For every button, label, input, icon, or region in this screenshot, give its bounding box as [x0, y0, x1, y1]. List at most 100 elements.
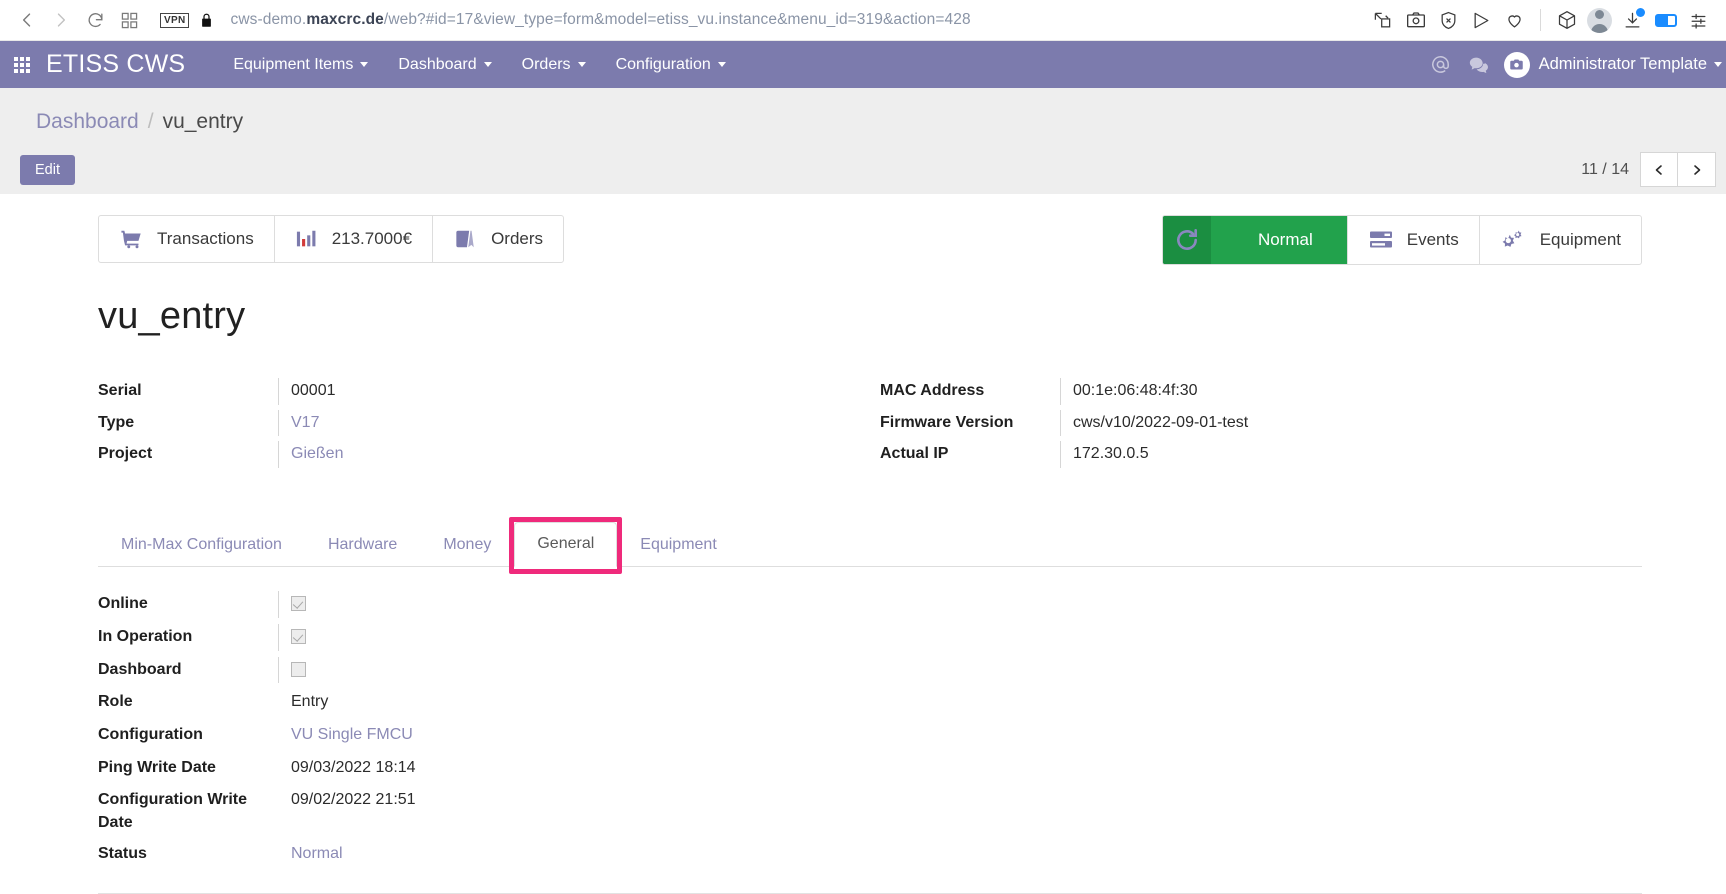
stat-button-amount[interactable]: 213.7000€: [275, 216, 434, 262]
tab-panel-general: Online In Operation Dashboard Role Entry…: [98, 591, 1642, 867]
stat-button-events[interactable]: Events: [1348, 216, 1480, 264]
stat-button-equipment[interactable]: Equipment: [1480, 216, 1641, 264]
field-label: Status: [98, 844, 147, 862]
apps-grid-icon[interactable]: [14, 56, 30, 73]
field-value: cws/v10/2022-09-01-test: [1060, 409, 1642, 437]
stat-button-bar: Transactions 213.7000€ Orders Normal Eve…: [98, 215, 1642, 265]
settings-sliders-icon[interactable]: [1683, 5, 1714, 36]
field-value[interactable]: Gießen: [278, 441, 870, 469]
nav-menu-label: Configuration: [615, 55, 711, 73]
form-sheet: Transactions 213.7000€ Orders Normal Eve…: [98, 194, 1642, 868]
chevron-down-icon: [1714, 62, 1722, 67]
stat-button-group-right: Normal Events Equipment: [1161, 215, 1642, 265]
navbar-right-area: Administrator Template: [1422, 46, 1726, 84]
reload-icon[interactable]: [78, 3, 112, 37]
nav-menu-configuration[interactable]: Configuration: [616, 56, 726, 74]
brand-title[interactable]: ETISS CWS: [46, 50, 185, 79]
server-list-icon: [1368, 230, 1394, 250]
tab-equipment[interactable]: Equipment: [617, 523, 740, 567]
browser-extension-area: [1367, 5, 1716, 36]
stat-button-group-left: Transactions 213.7000€ Orders: [98, 215, 565, 263]
field-label: Type: [98, 413, 135, 431]
send-icon[interactable]: [1466, 5, 1497, 36]
nav-menu-dashboard[interactable]: Dashboard: [398, 55, 492, 74]
tab-money[interactable]: Money: [420, 523, 514, 567]
online-checkbox[interactable]: [291, 596, 306, 612]
stat-button-label: Equipment: [1539, 230, 1621, 249]
field-label: Ping Write Date: [98, 758, 216, 776]
pager-next-button[interactable]: [1678, 152, 1716, 187]
control-panel: Dashboard / vu_entry Edit 11 / 14: [0, 88, 1726, 194]
breadcrumb-current: vu_entry: [162, 110, 244, 133]
camera-icon[interactable]: [1400, 5, 1431, 36]
form-sheet-area: Transactions 213.7000€ Orders Normal Eve…: [0, 194, 1726, 894]
field-label: MAC Address: [880, 382, 985, 399]
in-operation-checkbox[interactable]: [291, 629, 306, 645]
breadcrumb-separator: /: [147, 110, 154, 133]
chat-bubble-icon[interactable]: [1460, 46, 1498, 84]
stat-button-label: Orders: [491, 229, 544, 248]
field-value: 09/02/2022 21:51: [291, 791, 416, 809]
stat-button-status[interactable]: Normal: [1162, 216, 1348, 264]
stat-button-label: 213.7000€: [331, 229, 413, 248]
browser-toolbar: VPN cws-demo.maxcrc.de/web?#id=17&view_t…: [0, 0, 1726, 41]
field-label: In Operation: [98, 627, 193, 645]
chevron-down-icon: [360, 62, 369, 67]
tab-general[interactable]: General: [514, 522, 618, 568]
field-value[interactable]: V17: [278, 409, 870, 437]
dashboard-checkbox[interactable]: [291, 661, 306, 677]
field-label: Dashboard: [98, 660, 182, 678]
field-actual-ip: Actual IP 172.30.0.5: [880, 441, 1642, 469]
back-arrow-icon[interactable]: [10, 3, 44, 37]
field-label: Configuration: [98, 726, 203, 744]
field-value: Entry: [291, 693, 329, 711]
field-configuration: Configuration VU Single FMCU: [98, 722, 1642, 749]
field-label: Actual IP: [880, 445, 949, 463]
field-online: Online: [98, 591, 1642, 618]
field-type: Type V17: [98, 409, 870, 437]
download-icon[interactable]: [1617, 5, 1648, 36]
record-actions: Edit: [20, 155, 75, 185]
breadcrumb: Dashboard / vu_entry: [0, 88, 1726, 134]
tab-hardware[interactable]: Hardware: [305, 523, 420, 567]
edit-button[interactable]: Edit: [20, 155, 75, 185]
form-tabs: Min-Max Configuration Hardware Money Gen…: [98, 517, 1642, 575]
gears-icon: [1500, 228, 1527, 252]
download-badge: [1636, 7, 1645, 17]
forward-arrow-icon[interactable]: [44, 3, 78, 37]
field-value: 00001: [278, 378, 870, 405]
sidebar-toggle-icon[interactable]: [1650, 5, 1681, 36]
nav-menu-label: Dashboard: [398, 55, 477, 73]
nav-menu-equipment-items[interactable]: Equipment Items: [233, 56, 369, 74]
pin-edit-icon[interactable]: [1367, 5, 1398, 36]
field-value[interactable]: Normal: [278, 841, 1642, 868]
shield-block-icon[interactable]: [1433, 5, 1464, 36]
tab-overview-icon[interactable]: [112, 3, 146, 37]
field-value: 09/03/2022 18:14: [291, 758, 416, 776]
stat-button-transactions[interactable]: Transactions: [99, 216, 275, 262]
field-mac-address: MAC Address 00:1e:06:48:4f:30: [880, 378, 1642, 405]
field-value: 00:1e:06:48:4f:30: [1060, 378, 1642, 405]
address-bar[interactable]: VPN cws-demo.maxcrc.de/web?#id=17&view_t…: [160, 11, 1367, 29]
record-pager: 11 / 14: [1581, 152, 1716, 187]
field-value[interactable]: VU Single FMCU: [278, 722, 1642, 749]
at-mention-icon[interactable]: [1422, 46, 1460, 84]
lock-icon: [199, 12, 214, 29]
user-menu[interactable]: Administrator Template: [1503, 51, 1722, 78]
stat-button-label: Normal: [1257, 230, 1313, 249]
field-label: Role: [98, 693, 133, 711]
stat-button-label: Events: [1406, 230, 1459, 249]
tab-min-max-configuration[interactable]: Min-Max Configuration: [98, 523, 305, 567]
nav-menu-orders[interactable]: Orders: [522, 56, 586, 74]
breadcrumb-parent[interactable]: Dashboard: [36, 110, 139, 134]
profile-avatar-icon[interactable]: [1584, 5, 1615, 36]
chevron-down-icon: [483, 62, 492, 67]
stat-button-orders[interactable]: Orders: [433, 216, 563, 262]
url-text[interactable]: cws-demo.maxcrc.de/web?#id=17&view_type=…: [230, 11, 970, 29]
book-orders-icon: [453, 228, 478, 250]
field-project: Project Gießen: [98, 441, 870, 469]
cube-icon[interactable]: [1551, 5, 1582, 36]
pager-previous-button[interactable]: [1640, 152, 1678, 187]
app-navbar: ETISS CWS Equipment Items Dashboard Orde…: [0, 41, 1726, 88]
heart-icon[interactable]: [1499, 5, 1530, 36]
